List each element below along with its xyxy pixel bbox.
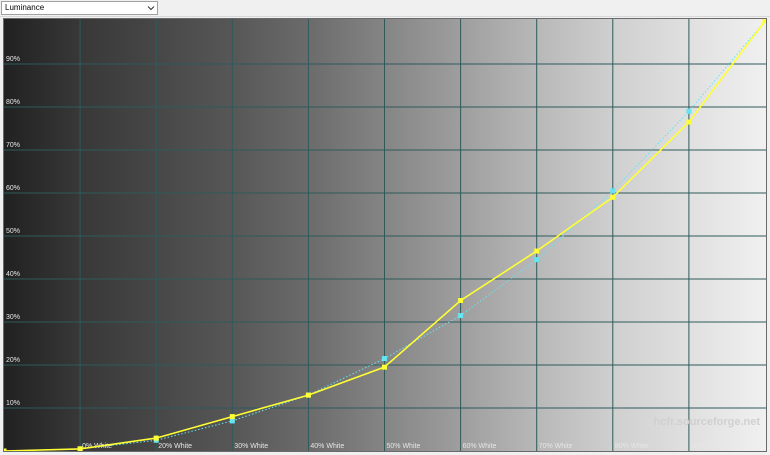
y-tick-label: 70%	[6, 142, 20, 149]
measured-point	[610, 194, 616, 200]
y-tick-label: 20%	[6, 357, 20, 364]
y-tick-label: 60%	[6, 185, 20, 192]
measured-point	[4, 448, 7, 451]
x-tick-label: 80% White	[615, 443, 649, 450]
y-tick-label: 90%	[6, 56, 20, 63]
measured-point	[686, 119, 692, 125]
background-band	[308, 19, 385, 451]
y-tick-label: 80%	[6, 99, 20, 106]
background-band	[384, 19, 462, 451]
x-tick-label: 20% White	[158, 443, 192, 450]
x-tick-label: 50% White	[387, 443, 421, 450]
measured-point	[153, 435, 159, 441]
dropdown-value: Luminance	[5, 3, 45, 12]
x-tick-label: 60% White	[463, 443, 497, 450]
measure-type-dropdown[interactable]: Luminance	[1, 1, 158, 15]
background-band	[232, 19, 309, 451]
y-tick-label: 10%	[6, 400, 20, 407]
measured-point	[229, 414, 235, 420]
y-tick-label: 50%	[6, 228, 20, 235]
background-band	[80, 19, 157, 451]
x-axis-tick-labels: 0% White 20% White 30% White 40% White 50% W…	[82, 443, 725, 450]
toolbar: Luminance	[0, 0, 770, 17]
measured-point	[382, 364, 387, 370]
chevron-down-icon	[147, 6, 155, 11]
x-tick-label: 30% White	[234, 443, 268, 450]
x-tick-label: 70% White	[539, 443, 573, 450]
reference-point	[686, 108, 692, 114]
watermark-text: hcfr.sourceforge.net	[654, 416, 761, 428]
background-band	[688, 19, 766, 451]
reference-point	[458, 313, 464, 319]
chart-canvas: 10%20%30%40%50%60%70%80%90% 0% White 20% …	[4, 19, 766, 451]
measured-point	[305, 392, 311, 398]
measured-point	[534, 248, 540, 254]
measured-point	[762, 19, 766, 24]
reference-point	[382, 356, 387, 362]
background-band	[156, 19, 233, 451]
x-tick-label: 90% White	[691, 443, 725, 450]
x-tick-label: 40% White	[310, 443, 344, 450]
y-tick-label: 30%	[6, 314, 20, 321]
reference-point	[229, 418, 235, 424]
background-band	[4, 19, 81, 451]
background-band	[536, 19, 614, 451]
background-band	[460, 19, 538, 451]
measured-point	[458, 298, 464, 303]
luminance-chart: 10% 20% 30% 40% 50% 60% 70% 80% 90% 0% White 20% …	[3, 18, 767, 452]
reference-point	[534, 257, 540, 263]
y-tick-label: 40%	[6, 271, 20, 278]
background-band	[612, 19, 690, 451]
measured-point	[77, 446, 83, 451]
reference-point	[610, 188, 616, 194]
